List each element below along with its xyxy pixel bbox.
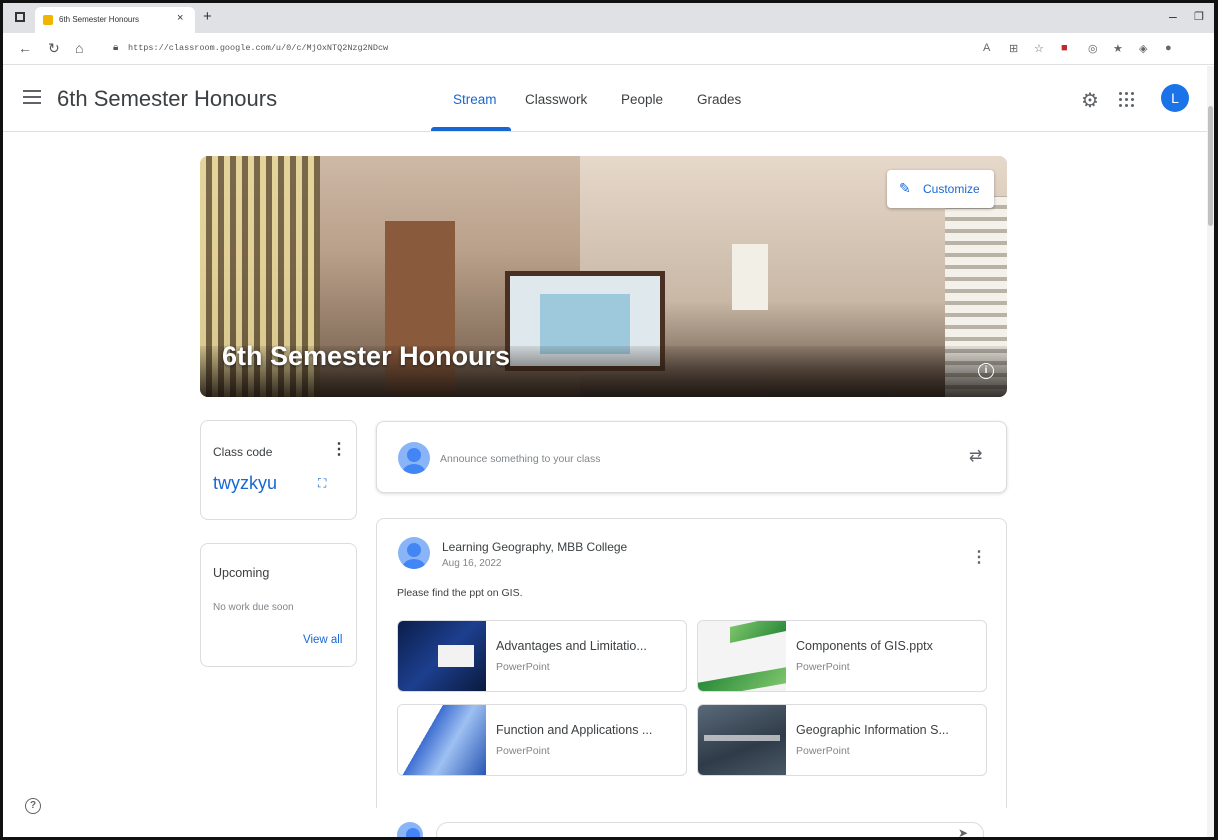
attachment-type: PowerPoint: [496, 661, 550, 673]
attachment-type: PowerPoint: [496, 745, 550, 757]
attachment-thumbnail: [698, 621, 786, 691]
collections-icon[interactable]: ◎: [1088, 42, 1098, 55]
tab-grades[interactable]: Grades: [697, 92, 741, 107]
customize-button[interactable]: ✎ Customize: [887, 170, 994, 208]
browser-tab-bar: 6th Semester Honours × + – ❐: [3, 3, 1214, 33]
scrollbar-thumb[interactable]: [1208, 106, 1213, 226]
extension-icon[interactable]: ■: [1061, 42, 1068, 54]
class-comment-input[interactable]: [436, 822, 984, 840]
banner-title: 6th Semester Honours: [222, 341, 511, 371]
address-bar: ← ↻ ⌂ 🔒︎ https://classroom.google.com/u/…: [3, 33, 1214, 65]
class-code-card: Class code ⋮ twyzkyu ⛶: [200, 420, 357, 520]
repost-icon[interactable]: ⇄: [969, 446, 982, 466]
tab-title: 6th Semester Honours: [59, 15, 140, 24]
attachment-thumbnail: [698, 705, 786, 775]
announce-box[interactable]: Announce something to your class ⇄: [376, 421, 1007, 493]
reload-icon[interactable]: ↻: [48, 40, 60, 57]
attachment-card[interactable]: Geographic Information S... PowerPoint: [697, 704, 987, 776]
google-apps-icon[interactable]: [1119, 92, 1135, 108]
attachment-name: Components of GIS.pptx: [796, 639, 933, 653]
account-avatar[interactable]: L: [1161, 84, 1189, 112]
home-icon[interactable]: ⌂: [75, 40, 83, 56]
url-field[interactable]: https://classroom.google.com/u/0/c/MjOxN…: [128, 43, 388, 53]
read-aloud-icon[interactable]: A: [983, 42, 990, 54]
attachment-type: PowerPoint: [796, 745, 850, 757]
upcoming-card: Upcoming No work due soon View all: [200, 543, 357, 667]
browser-tab[interactable]: 6th Semester Honours ×: [35, 7, 195, 33]
minimize-icon[interactable]: –: [1169, 8, 1177, 24]
browser-essentials-icon[interactable]: ◈: [1139, 42, 1147, 55]
tab-stream[interactable]: Stream: [453, 92, 497, 107]
avatar: [398, 442, 430, 474]
attachment-name: Function and Applications ...: [496, 723, 653, 737]
attachment-card[interactable]: Components of GIS.pptx PowerPoint: [697, 620, 987, 692]
upcoming-title: Upcoming: [213, 566, 270, 580]
post-body: Please find the ppt on GIS.: [397, 587, 523, 599]
classroom-header: 6th Semester Honours Stream Classwork Pe…: [3, 66, 1207, 132]
active-tab-indicator: [431, 127, 511, 131]
post-date: Aug 16, 2022: [442, 558, 502, 569]
help-icon[interactable]: ?: [25, 798, 41, 814]
page-scrollbar[interactable]: [1207, 66, 1214, 837]
page-title[interactable]: 6th Semester Honours: [57, 86, 277, 112]
profile-icon[interactable]: ●: [1165, 42, 1172, 54]
attachment-name: Geographic Information S...: [796, 723, 949, 737]
main-menu-icon[interactable]: [23, 90, 41, 108]
classroom-favicon-icon: [43, 15, 53, 25]
favorite-icon[interactable]: ☆: [1034, 42, 1044, 55]
customize-label: Customize: [923, 182, 980, 196]
tab-close-icon[interactable]: ×: [177, 12, 183, 24]
view-all-link[interactable]: View all: [303, 634, 342, 646]
settings-gear-icon[interactable]: ⚙: [1081, 88, 1099, 113]
announce-placeholder[interactable]: Announce something to your class: [440, 453, 601, 465]
pencil-icon: ✎: [899, 180, 911, 196]
class-code-more-icon[interactable]: ⋮: [331, 439, 347, 459]
attachment-card[interactable]: Advantages and Limitatio... PowerPoint: [397, 620, 687, 692]
avatar: [398, 537, 430, 569]
post-author: Learning Geography, MBB College: [442, 540, 628, 554]
restore-icon[interactable]: ❐: [1194, 10, 1204, 23]
fullscreen-icon[interactable]: ⛶: [318, 476, 326, 491]
class-details-info-icon[interactable]: i: [978, 363, 994, 379]
attachment-type: PowerPoint: [796, 661, 850, 673]
attachment-card[interactable]: Function and Applications ... PowerPoint: [397, 704, 687, 776]
attachment-thumbnail: [398, 621, 486, 691]
class-code-label: Class code: [213, 445, 273, 459]
attachment-name: Advantages and Limitatio...: [496, 639, 647, 653]
upcoming-empty-text: No work due soon: [213, 602, 294, 613]
attachment-thumbnail: [398, 705, 486, 775]
class-code-value: twyzkyu: [213, 473, 278, 493]
window-menu-icon[interactable]: [15, 12, 25, 22]
lock-icon: 🔒︎: [113, 42, 119, 53]
avatar: [397, 822, 423, 840]
back-icon[interactable]: ←: [18, 40, 32, 56]
new-tab-icon[interactable]: +: [203, 8, 212, 25]
tab-classwork[interactable]: Classwork: [525, 92, 587, 107]
send-icon[interactable]: ➤: [958, 826, 968, 840]
post-more-icon[interactable]: ⋮: [971, 547, 987, 567]
tab-people[interactable]: People: [621, 92, 663, 107]
translate-icon[interactable]: ⊞: [1009, 42, 1018, 55]
stream-post: Learning Geography, MBB College Aug 16, …: [376, 518, 1007, 808]
favorites-bar-icon[interactable]: ★: [1113, 42, 1123, 55]
